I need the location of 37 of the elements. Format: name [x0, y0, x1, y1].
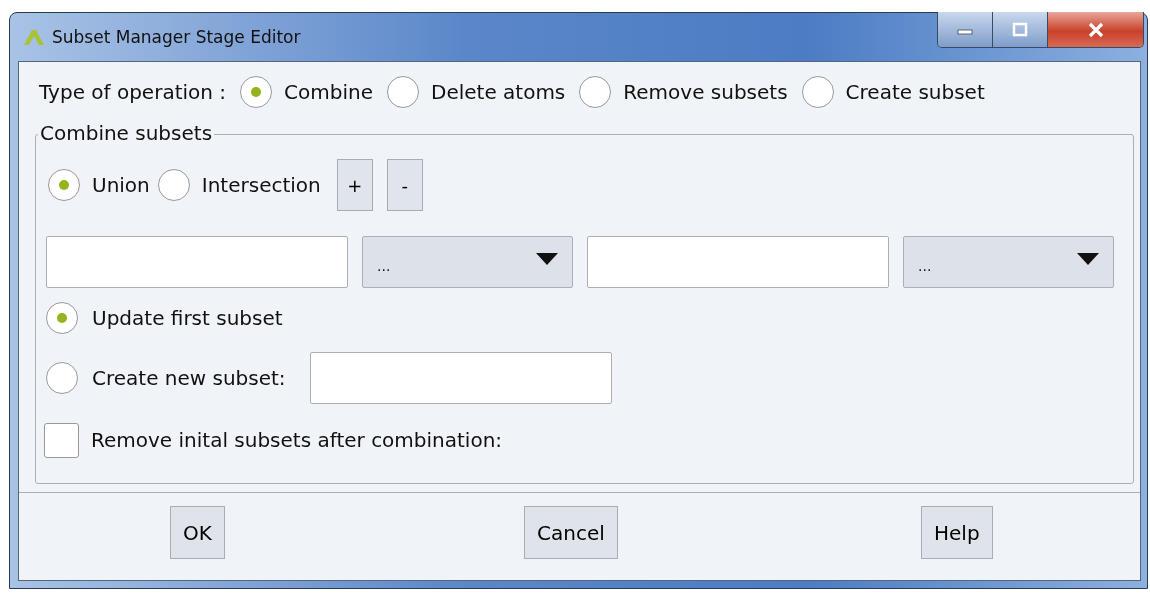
radio-button[interactable]	[240, 76, 273, 108]
radio-label: Combine	[284, 80, 373, 104]
radio-label: Remove subsets	[623, 80, 788, 104]
dialog-button[interactable]: Help	[921, 506, 993, 559]
remove-button[interactable]: -	[386, 159, 423, 211]
radio-button[interactable]	[48, 169, 80, 201]
subset-field[interactable]	[46, 236, 348, 288]
radio-label: Create new subset:	[92, 366, 286, 390]
radio-label: Delete atoms	[431, 80, 566, 104]
radio-button[interactable]	[579, 76, 612, 108]
close-button[interactable]	[1048, 12, 1143, 47]
radio-button[interactable]	[387, 76, 419, 108]
minimize-button[interactable]	[938, 12, 993, 47]
dialog-button[interactable]: OK	[170, 506, 225, 559]
caret-icon	[536, 253, 558, 265]
radio-button[interactable]	[801, 76, 834, 108]
subset-name-field[interactable]	[309, 352, 612, 404]
operator-dropdown[interactable]: ...	[362, 236, 573, 288]
operation-label: Type of operation :	[39, 80, 227, 104]
radio-button[interactable]	[46, 362, 78, 394]
dialog-button[interactable]: Cancel	[524, 506, 618, 559]
caret-icon	[1077, 253, 1099, 265]
checkbox[interactable]	[44, 422, 79, 458]
radio-label: Intersection	[201, 173, 321, 197]
window-title: Subset Manager Stage Editor	[52, 27, 301, 47]
add-button[interactable]: +	[336, 159, 373, 211]
app-logo-icon	[22, 27, 46, 47]
operator-dropdown[interactable]: ...	[903, 236, 1114, 288]
radio-button[interactable]	[46, 302, 78, 334]
radio-label: Union	[92, 173, 150, 197]
radio-label: Update first subset	[92, 306, 283, 330]
maximize-button[interactable]	[993, 12, 1048, 47]
maximize-icon	[1010, 21, 1030, 38]
subset-field[interactable]	[587, 236, 889, 288]
radio-label: Create subset	[845, 80, 985, 104]
checkbox-label: Remove inital subsets after combination:	[91, 428, 503, 452]
radio-button[interactable]	[157, 169, 190, 201]
